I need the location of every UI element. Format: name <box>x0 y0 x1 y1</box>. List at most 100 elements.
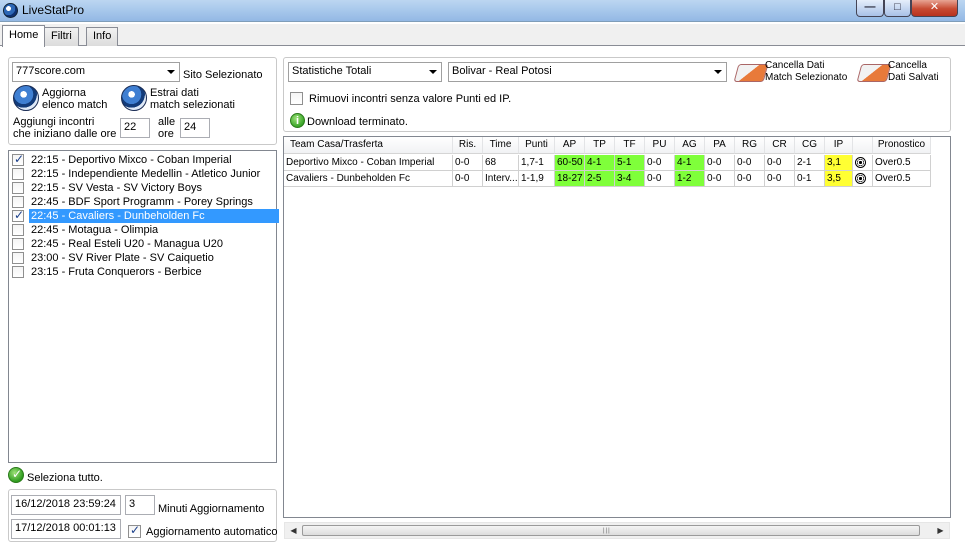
grid-cell[interactable]: 1-2 <box>675 171 705 187</box>
soccer-ball-icon[interactable] <box>853 171 873 187</box>
column-header[interactable]: Punti <box>519 137 555 154</box>
grid-cell[interactable]: 0-1 <box>795 171 825 187</box>
remove-matches-checkbox[interactable] <box>290 92 303 105</box>
match-list-item[interactable]: 22:45 - Cavaliers - Dunbeholden Fc <box>10 208 279 223</box>
tab-strip <box>0 24 965 46</box>
grid-cell[interactable]: 0-0 <box>453 155 483 171</box>
grid-cell[interactable]: 0-0 <box>453 171 483 187</box>
match-list-item[interactable]: 22:45 - Motagua - Olimpia <box>10 223 275 237</box>
column-header[interactable]: AG <box>675 137 705 154</box>
grid-cell[interactable]: 0-0 <box>645 171 675 187</box>
eraser-icon[interactable] <box>733 64 769 82</box>
grid-cell[interactable]: 0-0 <box>645 155 675 171</box>
match-list-item[interactable]: 23:00 - SV River Plate - SV Caiquetio <box>10 251 275 265</box>
scroll-right-icon[interactable]: ▶ <box>932 523 949 538</box>
to-hour-input[interactable]: 24 <box>180 118 210 138</box>
eraser-icon[interactable] <box>856 64 892 82</box>
scrollbar-thumb[interactable]: ||| <box>302 525 920 536</box>
grid-cell[interactable]: 4-1 <box>585 155 615 171</box>
match-list-item[interactable]: 22:15 - Deportivo Mixco - Coban Imperial <box>10 152 275 167</box>
match-list-item[interactable]: 22:45 - Real Esteli U20 - Managua U20 <box>10 237 275 251</box>
match-checkbox[interactable] <box>12 152 24 166</box>
grid-cell[interactable]: 4-1 <box>675 155 705 171</box>
column-header[interactable] <box>853 137 873 154</box>
grid-cell[interactable]: Interv... <box>483 171 519 187</box>
grid-cell[interactable]: 0-0 <box>735 155 765 171</box>
clear-selected-button[interactable]: Cancella Dati Match Selezionato <box>765 60 847 84</box>
horizontal-scrollbar[interactable]: ◀ ||| ▶ <box>284 522 950 539</box>
match-select[interactable]: Bolivar - Real Potosi <box>448 62 727 82</box>
match-list-item[interactable]: 23:15 - Fruta Conquerors - Berbice <box>10 265 275 279</box>
grid-cell[interactable]: 68 <box>483 155 519 171</box>
tab-info[interactable]: Info <box>86 27 119 46</box>
grid-cell[interactable]: 1-1,9 <box>519 171 555 187</box>
column-header[interactable]: PA <box>705 137 735 154</box>
refresh-list-icon[interactable] <box>13 85 39 111</box>
grid-cell[interactable]: 0-0 <box>705 155 735 171</box>
match-checkbox[interactable] <box>12 182 24 194</box>
soccer-ball-icon[interactable] <box>853 155 873 171</box>
stats-view-select[interactable]: Statistiche Totali <box>288 62 442 82</box>
tab-filtri[interactable]: Filtri <box>44 27 79 46</box>
info-icon: i <box>290 113 305 128</box>
next-update-field[interactable]: 17/12/2018 00:01:13 <box>11 519 121 539</box>
grid-cell[interactable]: 0-0 <box>735 171 765 187</box>
grid-cell[interactable]: 0-0 <box>705 171 735 187</box>
match-list-item[interactable]: 22:15 - SV Vesta - SV Victory Boys <box>10 181 275 195</box>
match-checkbox[interactable] <box>12 238 24 250</box>
match-checkbox[interactable] <box>12 196 24 208</box>
column-header[interactable]: CG <box>795 137 825 154</box>
extract-data-button[interactable]: Estrai dati match selezionati <box>150 87 235 111</box>
grid-cell[interactable]: 2-1 <box>795 155 825 171</box>
grid-cell[interactable]: 5-1 <box>615 155 645 171</box>
grid-cell[interactable]: Cavaliers - Dunbeholden Fc <box>284 171 453 187</box>
column-header[interactable]: Ris. <box>453 137 483 154</box>
grid-cell[interactable]: 18-27 <box>555 171 585 187</box>
site-select[interactable]: 777score.com <box>12 62 180 82</box>
column-header[interactable]: RG <box>735 137 765 154</box>
close-button[interactable]: ✕ <box>911 0 958 17</box>
grid-cell[interactable]: Over0.5 <box>873 171 931 187</box>
column-header[interactable]: PU <box>645 137 675 154</box>
grid-cell[interactable]: 3-4 <box>615 171 645 187</box>
tab-home[interactable]: Home <box>2 25 46 47</box>
match-checkbox[interactable] <box>12 168 24 180</box>
column-header[interactable]: TF <box>615 137 645 154</box>
column-header[interactable]: IP <box>825 137 853 154</box>
column-header[interactable]: AP <box>555 137 585 154</box>
from-hour-input[interactable]: 22 <box>120 118 150 138</box>
grid-cell[interactable]: Deportivo Mixco - Coban Imperial <box>284 155 453 171</box>
grid-cell[interactable]: Over0.5 <box>873 155 931 171</box>
column-header[interactable]: Team Casa/Trasferta <box>284 137 453 154</box>
clear-saved-button[interactable]: Cancella Dati Salvati <box>888 60 939 84</box>
column-header[interactable]: Pronostico <box>873 137 931 154</box>
select-all-icon[interactable] <box>8 467 24 483</box>
column-header[interactable]: TP <box>585 137 615 154</box>
grid-cell[interactable]: 0-0 <box>765 155 795 171</box>
grid-cell[interactable]: 3,1 <box>825 155 853 171</box>
grid-cell[interactable]: 3,5 <box>825 171 853 187</box>
minutes-input[interactable]: 3 <box>125 495 155 515</box>
auto-update-checkbox[interactable] <box>128 523 141 538</box>
match-checkbox[interactable] <box>12 252 24 264</box>
column-header[interactable]: Time <box>483 137 519 154</box>
maximize-button[interactable]: □ <box>884 0 911 17</box>
stats-grid[interactable]: Team Casa/Trasferta Ris. Time Punti AP TP TF PU… <box>283 136 951 518</box>
update-list-button[interactable]: Aggiorna elenco match <box>42 87 107 111</box>
match-list-item[interactable]: 22:15 - Independiente Medellin - Atletic… <box>10 167 275 181</box>
column-header[interactable]: CR <box>765 137 795 154</box>
grid-cell[interactable]: 1,7-1 <box>519 155 555 171</box>
match-list[interactable]: 22:15 - Deportivo Mixco - Coban Imperial… <box>8 150 279 463</box>
match-checkbox[interactable] <box>12 224 24 236</box>
match-list-item[interactable]: 22:45 - BDF Sport Programm - Porey Sprin… <box>10 195 275 209</box>
match-checkbox[interactable] <box>12 208 24 222</box>
match-checkbox[interactable] <box>12 266 24 278</box>
select-all-link[interactable]: Seleziona tutto. <box>27 472 103 484</box>
scroll-left-icon[interactable]: ◀ <box>285 523 302 538</box>
last-update-field[interactable]: 16/12/2018 23:59:24 <box>11 495 121 515</box>
minimize-button[interactable]: — <box>856 0 884 17</box>
grid-cell[interactable]: 0-0 <box>765 171 795 187</box>
grid-cell[interactable]: 60-50 <box>555 155 585 171</box>
grid-cell[interactable]: 2-5 <box>585 171 615 187</box>
extract-data-icon[interactable] <box>121 85 147 111</box>
